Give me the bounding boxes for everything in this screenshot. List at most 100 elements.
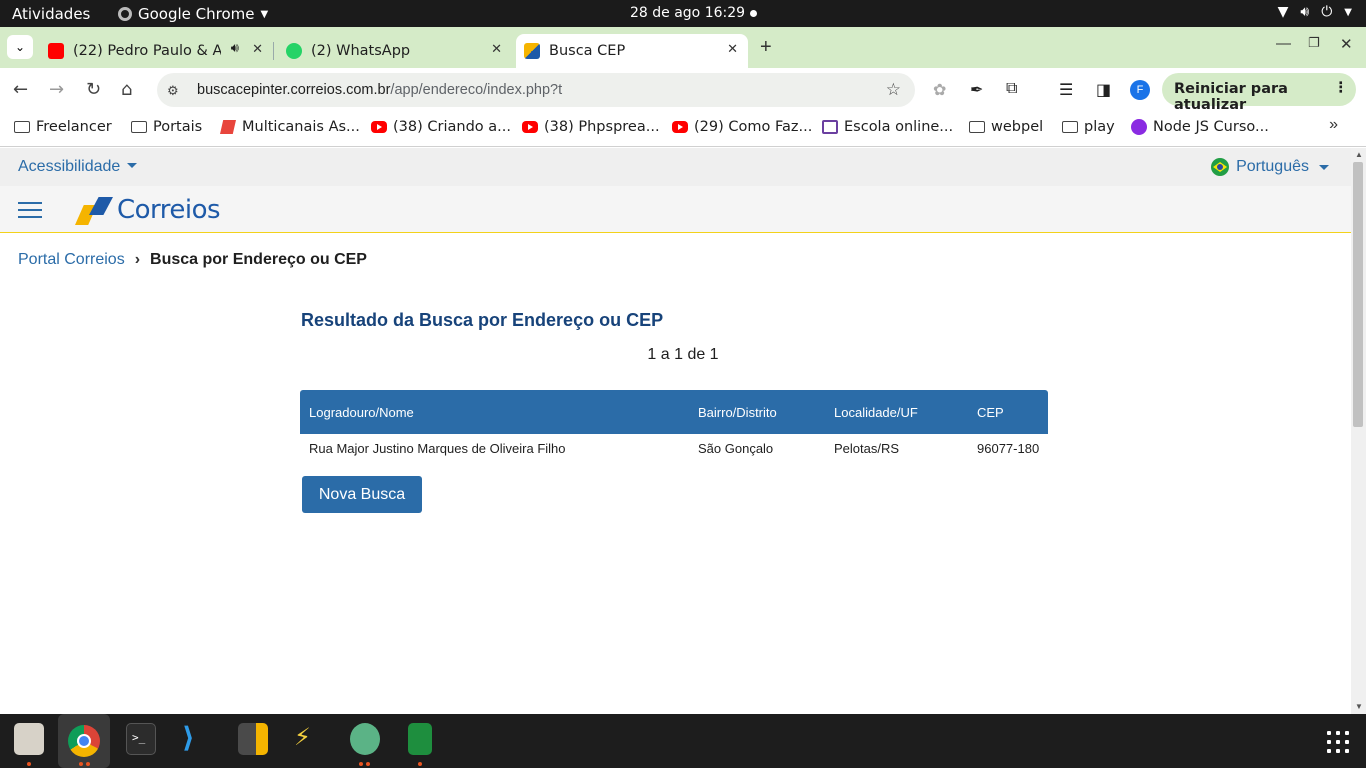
bookmark-escola-online[interactable]: Escola online... bbox=[822, 119, 953, 135]
bookmark-label: Multicanais As... bbox=[242, 119, 360, 135]
network-tool-app-icon[interactable]: ⚡ bbox=[294, 723, 324, 755]
bookmark-star-icon[interactable]: ☆ bbox=[886, 80, 901, 100]
media-control-icon[interactable]: ☰ bbox=[1059, 80, 1073, 100]
tab-busca-cep[interactable]: Busca CEP ✕ bbox=[516, 34, 748, 68]
bookmark-play[interactable]: play bbox=[1062, 119, 1115, 135]
terminal-app-icon[interactable]: >_ bbox=[126, 723, 156, 755]
running-indicator bbox=[27, 762, 31, 766]
running-indicator bbox=[418, 762, 422, 766]
speaker-icon[interactable]: 🔊︎ bbox=[231, 41, 239, 56]
chrome-app-icon[interactable] bbox=[58, 714, 110, 768]
wifi-icon: ▼ bbox=[1277, 4, 1289, 20]
correios-logo[interactable]: Correios bbox=[75, 195, 221, 225]
accessibility-menu[interactable]: Acessibilidade bbox=[18, 158, 138, 176]
hamburger-menu-icon[interactable] bbox=[18, 202, 42, 218]
bookmark-multicanais[interactable]: Multicanais As... bbox=[220, 119, 360, 135]
cell-logradouro: Rua Major Justino Marques de Oliveira Fi… bbox=[309, 440, 566, 456]
caret-down-icon bbox=[127, 163, 138, 168]
breadcrumb-home-link[interactable]: Portal Correios bbox=[18, 251, 125, 268]
accessibility-bar: Acessibilidade Português bbox=[0, 148, 1351, 186]
bookmark-label: Node JS Curso... bbox=[1153, 119, 1269, 135]
bookmarks-bar: Freelancer Portais Multicanais As... (38… bbox=[0, 111, 1366, 147]
minimize-button[interactable]: — bbox=[1276, 35, 1291, 52]
bookmark-node-js[interactable]: Node JS Curso... bbox=[1131, 119, 1269, 135]
bookmark-webpel[interactable]: webpel bbox=[969, 119, 1043, 135]
folder-icon bbox=[131, 121, 147, 133]
close-icon[interactable]: ✕ bbox=[727, 42, 738, 57]
atom-app-icon[interactable] bbox=[350, 723, 380, 755]
folder-icon bbox=[969, 121, 985, 133]
more-bookmarks-icon[interactable]: » bbox=[1329, 116, 1338, 134]
calculator-app-icon[interactable] bbox=[238, 723, 268, 755]
dock: >_ ⟩ ⚡ bbox=[0, 714, 1366, 768]
web-page: Acessibilidade Português Correios Portal… bbox=[0, 148, 1351, 714]
close-window-button[interactable]: ✕ bbox=[1340, 35, 1353, 53]
profile-avatar[interactable]: F bbox=[1130, 80, 1150, 100]
result-title: Resultado da Busca por Endereço ou CEP bbox=[301, 310, 664, 330]
bookmark-criando[interactable]: (38) Criando a... bbox=[371, 119, 511, 135]
tab-whatsapp[interactable]: (2) WhatsApp ✕ bbox=[276, 34, 512, 68]
breadcrumb: Portal Correios › Busca por Endereço ou CE… bbox=[18, 251, 367, 269]
language-selector[interactable]: Português bbox=[1211, 158, 1329, 176]
new-search-button[interactable]: Nova Busca bbox=[302, 476, 422, 513]
breadcrumb-current: Busca por Endereço ou CEP bbox=[150, 251, 367, 268]
maximize-button[interactable]: ❐ bbox=[1308, 35, 1320, 51]
app-name: Google Chrome bbox=[138, 5, 255, 23]
running-indicator bbox=[366, 762, 370, 766]
activities-button[interactable]: Atividades bbox=[12, 5, 90, 23]
result-table: Logradouro/Nome Bairro/Distrito Localida… bbox=[300, 390, 1048, 462]
forward-button[interactable]: → bbox=[49, 79, 64, 100]
running-indicator bbox=[359, 762, 363, 766]
escola-icon bbox=[822, 120, 838, 134]
bookmark-label: (29) Como Faz... bbox=[694, 119, 813, 135]
restart-to-update-button[interactable]: Reiniciar para atualizar ⋮ bbox=[1162, 73, 1356, 113]
volume-icon: 🔊︎ bbox=[1300, 4, 1310, 20]
tab-youtube[interactable]: (22) Pedro Paulo & Al 🔊︎ ✕ bbox=[38, 34, 273, 68]
more-menu-icon[interactable]: ⋮ bbox=[1334, 80, 1349, 96]
system-status-area[interactable]: ▼ 🔊︎ ⏻ ▼ bbox=[1278, 4, 1352, 20]
files-app-icon[interactable] bbox=[14, 723, 44, 755]
bookmark-portais[interactable]: Portais bbox=[131, 119, 202, 135]
scroll-down-icon[interactable]: ▼ bbox=[1355, 702, 1363, 711]
extension-icon[interactable]: ✿ bbox=[933, 80, 946, 100]
back-button[interactable]: ← bbox=[13, 79, 28, 100]
side-panel-icon[interactable]: ◨ bbox=[1096, 80, 1111, 100]
home-button[interactable]: ⌂ bbox=[121, 79, 132, 100]
url-text: buscacepinter.correios.com.br/app/endere… bbox=[197, 82, 562, 98]
bookmark-freelancer[interactable]: Freelancer bbox=[14, 119, 112, 135]
bookmark-label: (38) Criando a... bbox=[393, 119, 511, 135]
youtube-icon bbox=[371, 121, 387, 133]
address-bar[interactable]: ⚙ buscacepinter.correios.com.br/app/ende… bbox=[157, 73, 915, 107]
scrollbar-thumb[interactable] bbox=[1353, 162, 1363, 427]
bookmark-phpsprea[interactable]: (38) Phpsprea... bbox=[522, 119, 660, 135]
new-tab-button[interactable]: + bbox=[760, 36, 772, 59]
bookmark-label: (38) Phpsprea... bbox=[544, 119, 660, 135]
eyedropper-icon[interactable]: ✒ bbox=[970, 80, 983, 100]
site-info-icon[interactable]: ⚙ bbox=[167, 83, 185, 98]
youtube-icon bbox=[522, 121, 538, 133]
tab-search-button[interactable]: ⌄ bbox=[7, 35, 33, 59]
reload-button[interactable]: ↻ bbox=[86, 79, 101, 100]
scroll-up-icon[interactable]: ▲ bbox=[1355, 150, 1363, 159]
running-indicator bbox=[79, 762, 83, 766]
bookmark-como-faz[interactable]: (29) Como Faz... bbox=[672, 119, 812, 135]
node-icon bbox=[1131, 119, 1147, 135]
accessibility-label: Acessibilidade bbox=[18, 158, 121, 175]
clock[interactable]: 28 de ago 16:29 bbox=[630, 5, 745, 21]
notification-dot-icon bbox=[750, 10, 757, 17]
puzzle-icon[interactable]: ⧉ bbox=[1006, 80, 1017, 98]
column-header-bairro: Bairro/Distrito bbox=[689, 390, 825, 434]
show-apps-icon[interactable] bbox=[1327, 731, 1349, 753]
page-scrollbar[interactable]: ▲ ▼ bbox=[1351, 148, 1366, 714]
bookmark-label: play bbox=[1084, 119, 1115, 135]
bookmark-label: Portais bbox=[153, 119, 203, 135]
language-label: Português bbox=[1236, 158, 1309, 175]
app-menu[interactable]: Google Chrome ▼ bbox=[118, 5, 268, 23]
vscode-app-icon[interactable]: ⟩ bbox=[182, 723, 212, 755]
brand-header: Correios bbox=[0, 186, 1351, 233]
close-icon[interactable]: ✕ bbox=[491, 42, 502, 57]
cell-localidade: Pelotas/RS bbox=[834, 440, 900, 456]
chrome-small-icon bbox=[118, 7, 132, 21]
calc-spreadsheet-app-icon[interactable] bbox=[408, 723, 432, 755]
close-icon[interactable]: ✕ bbox=[252, 42, 263, 57]
